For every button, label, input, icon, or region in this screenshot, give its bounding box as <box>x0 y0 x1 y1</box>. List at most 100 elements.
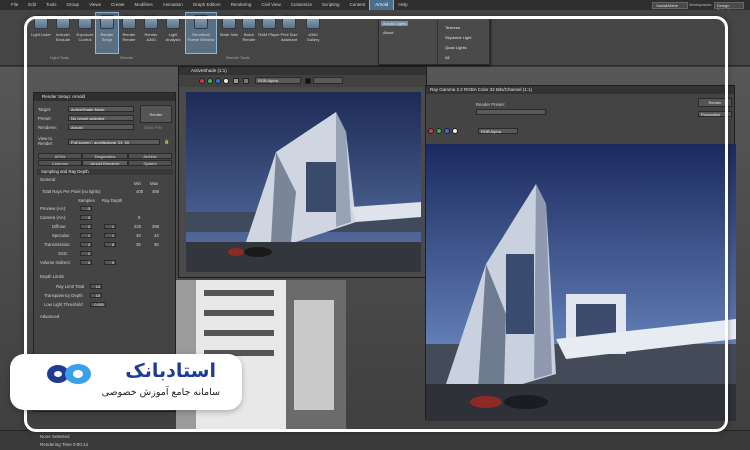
include-exclude-button[interactable]: Include/ Exclude <box>52 13 74 53</box>
state-sets-button[interactable]: State Sets <box>218 13 240 53</box>
render-setup-button[interactable]: Render Setup <box>95 12 119 54</box>
alpha-channel-icon[interactable] <box>223 78 229 84</box>
volume-indirect-samples[interactable]: 2 <box>80 260 92 265</box>
user-account[interactable]: VastakMahe <box>652 2 688 9</box>
batch-render-button[interactable]: Batch Render <box>238 13 260 53</box>
target-label: Target: <box>38 107 52 112</box>
transmission-samples[interactable]: 2 <box>80 242 92 247</box>
menu-customize[interactable]: Customize <box>286 0 317 10</box>
teapot-icon <box>122 15 136 29</box>
menu-textures[interactable]: Textures <box>445 25 460 30</box>
camera-aa-rays: 9 <box>138 215 141 220</box>
render-preset-select[interactable] <box>476 109 546 115</box>
render-render-button[interactable]: Render Render <box>118 13 140 53</box>
view-to-render-select[interactable]: Full screen - architectural_01_00 <box>68 139 160 145</box>
target-select[interactable]: ActiveShade Mode <box>68 106 134 112</box>
menu-about[interactable]: About <box>383 30 393 35</box>
light-lister-button[interactable]: Light Lister <box>30 13 52 53</box>
menu-all[interactable]: All <box>445 55 449 60</box>
menu-rendering[interactable]: Rendering <box>226 0 257 10</box>
color-swatch-icon[interactable] <box>305 78 311 84</box>
lock-icon[interactable]: 🔒 <box>164 139 169 145</box>
view-to-render-label: View to Render: <box>38 136 54 146</box>
fb-red-channel-icon[interactable] <box>428 128 434 134</box>
renderer-select[interactable]: Arnold <box>68 124 134 130</box>
advanced-label[interactable]: Advanced <box>40 314 59 319</box>
render-button[interactable]: Render <box>140 105 172 123</box>
tab-aovs[interactable]: AOVs <box>38 153 82 159</box>
diffuse-samples[interactable]: 2 <box>80 224 92 229</box>
total-rays-min: 400 <box>136 189 144 194</box>
mono-icon[interactable] <box>233 78 239 84</box>
menu-views[interactable]: Views <box>84 0 106 10</box>
rendered-frame-window: Ray Gamma 2.2 RGBA Color 32 Bits/Channel… <box>425 85 736 421</box>
fb-green-channel-icon[interactable] <box>436 128 442 134</box>
a360-gallery-button[interactable]: A360 Gallery <box>302 13 324 53</box>
tab-diagnostics[interactable]: Diagnostics <box>82 153 128 159</box>
sss-samples[interactable]: 2 <box>80 251 92 256</box>
menu-edit[interactable]: Edit <box>23 0 41 10</box>
blue-channel-icon[interactable] <box>215 78 221 84</box>
menu-content[interactable]: Content <box>345 0 371 10</box>
menu-quad-lights[interactable]: Quad Lights <box>445 45 467 50</box>
activeshade-option-select[interactable] <box>313 77 343 84</box>
transmission-depth[interactable]: 8 <box>104 242 116 247</box>
print-size-assistant-button[interactable]: Print Size Assistant <box>276 13 302 53</box>
exposure-control-button[interactable]: Exposure Control <box>74 13 96 53</box>
brand-title: استادبانک <box>125 360 216 382</box>
red-channel-icon[interactable] <box>199 78 205 84</box>
fb-alpha-channel-icon[interactable] <box>452 128 458 134</box>
preset-select[interactable]: No preset selected <box>68 115 134 121</box>
menu-group[interactable]: Group <box>62 0 85 10</box>
workspace-select[interactable]: Design Default <box>714 2 744 13</box>
tab-arnold-renderer[interactable]: Arnold Renderer <box>82 160 128 166</box>
menu-arnold-lights[interactable]: Arnold Lights <box>381 21 409 26</box>
production-select[interactable]: Production <box>698 111 732 117</box>
transparency-depth-input[interactable]: 10 <box>90 293 102 298</box>
menu-graph-editors[interactable]: Graph Editors <box>188 0 226 10</box>
menu-tools[interactable]: Tools <box>41 0 62 10</box>
tab-common[interactable]: Common <box>38 160 82 166</box>
menu-arnold[interactable]: Arnold <box>369 0 395 11</box>
diffuse-depth[interactable]: 1 <box>104 224 116 229</box>
transmission-min: 36 <box>136 242 141 247</box>
rendered-frame-window-button[interactable]: Rendered Frame Window <box>185 12 217 54</box>
green-channel-icon[interactable] <box>207 78 213 84</box>
menu-animation[interactable]: Animation <box>158 0 188 10</box>
activeshade-channel-select[interactable]: RGB Alpha <box>255 77 301 84</box>
gallery-icon <box>306 15 320 29</box>
low-light-input[interactable]: 0.001 <box>90 302 106 307</box>
ribbon-group-light-tools: Light Tools <box>50 55 70 60</box>
tab-system[interactable]: System <box>128 160 172 166</box>
menu-civil-view[interactable]: Civil View <box>256 0 285 10</box>
specular-samples[interactable]: 1 <box>80 233 92 238</box>
volume-indirect-depth[interactable]: 0 <box>104 260 116 265</box>
light-analysis-button[interactable]: Light Analysis <box>162 13 184 53</box>
camera-aa-samples[interactable]: 3 <box>80 215 92 220</box>
menu-help[interactable]: Help <box>393 0 412 10</box>
brand-subtitle: سامانه جامع آموزش خصوصی <box>101 387 220 398</box>
ray-limit-input[interactable]: 10 <box>90 284 102 289</box>
volume-indirect-label: Volume Indirect: <box>40 260 71 265</box>
menu-file[interactable]: File <box>6 0 23 10</box>
sss-label: SSS: <box>58 251 68 256</box>
total-rays-label: Total Rays Per Pixel (no lights) <box>42 189 101 194</box>
preview-aa-samples[interactable]: -3 <box>80 206 92 211</box>
specular-depth[interactable]: 1 <box>104 233 116 238</box>
menu-modifiers[interactable]: Modifiers <box>130 0 158 10</box>
frame-render-button[interactable]: Render <box>698 98 732 107</box>
tab-archive[interactable]: Archive <box>128 153 172 159</box>
low-light-label: Low Light Threshold <box>44 302 83 307</box>
save-file-checkbox[interactable]: Save File <box>144 125 162 130</box>
menu-create[interactable]: Create <box>106 0 130 10</box>
render-render-label: Render Render <box>122 32 136 42</box>
fb-blue-channel-icon[interactable] <box>444 128 450 134</box>
clear-icon[interactable] <box>243 78 249 84</box>
menu-skydome-light[interactable]: Skydome Light <box>445 35 471 40</box>
render-a360-button[interactable]: Render A360 <box>140 13 162 53</box>
fb-channel-select[interactable]: RGB Alpha <box>478 128 518 134</box>
sampling-rollout-header[interactable]: Sampling and Ray Depth <box>37 169 173 175</box>
menu-scripting[interactable]: Scripting <box>317 0 345 10</box>
batch-render-label: Batch Render <box>242 32 256 42</box>
state-sets-icon <box>222 15 236 29</box>
